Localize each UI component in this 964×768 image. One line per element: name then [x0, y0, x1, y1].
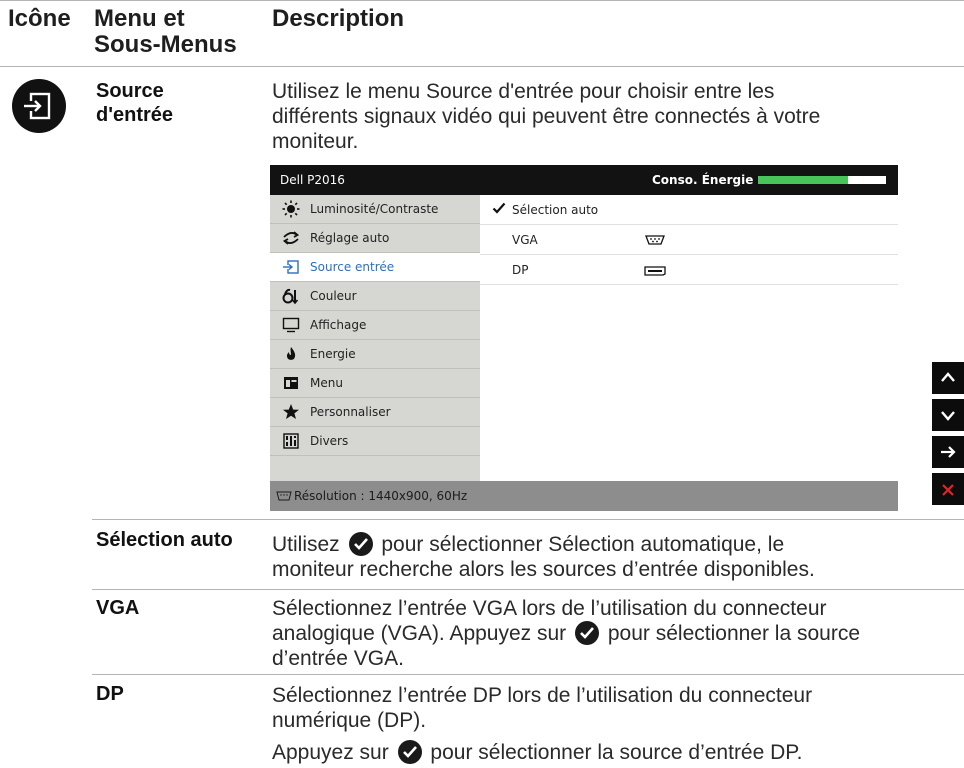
row-name-vga: VGA — [96, 597, 140, 619]
menu-item-label: Luminosité/Contraste — [310, 202, 439, 216]
row-rule — [92, 589, 964, 590]
down-arrow-icon — [940, 407, 956, 428]
source-description-line3: moniteur. — [272, 130, 359, 153]
brightness-icon — [282, 200, 300, 218]
osd-menu-illustration: Dell P2016 Conso. Énergie Luminosité/Con… — [270, 165, 898, 511]
col-header-menu-line2: Sous-Menus — [94, 31, 237, 58]
menu-item-label: Réglage auto — [310, 231, 390, 245]
vga-description-line2: analogique (VGA). Appuyez sur pour sélec… — [272, 621, 860, 646]
desc-text: pour sélectionner Sélection automatique,… — [381, 533, 785, 556]
menu-item-label: Couleur — [310, 289, 357, 303]
auto-select-description-line1: Utilisez pour sélectionner Sélection aut… — [272, 532, 815, 557]
row-name-dp: DP — [96, 683, 124, 705]
star-icon — [282, 403, 300, 421]
submenu-item-vga[interactable]: VGA — [480, 225, 898, 255]
vga-connector-icon — [644, 234, 666, 249]
row-name-source-line2: d'entrée — [96, 104, 174, 126]
display-icon — [282, 316, 300, 334]
auto-select-description-line2: moniteur recherche alors les sources d’e… — [272, 558, 815, 581]
menu-item-brightness[interactable]: Luminosité/Contraste — [270, 195, 480, 223]
check-button-icon — [397, 740, 422, 764]
header-rule — [0, 66, 964, 67]
menu-item-menu[interactable]: Menu — [270, 369, 480, 397]
menu-item-input-source[interactable]: Source entrée — [270, 253, 480, 281]
menu-item-energy[interactable]: Energie — [270, 340, 480, 368]
osd-main-menu: Luminosité/Contraste Réglage auto Source… — [270, 195, 480, 481]
menu-item-label: Menu — [310, 376, 343, 390]
check-button-icon — [575, 621, 600, 645]
auto-adjust-icon — [282, 229, 300, 247]
col-header-menu-line1: Menu et — [94, 5, 185, 32]
vga-description-line1: Sélectionnez l’entrée VGA lors de l’util… — [272, 597, 827, 620]
desc-text: pour sélectionner la source — [607, 622, 861, 645]
nav-exit-button[interactable] — [932, 473, 964, 505]
color-icon — [282, 287, 300, 305]
menu-item-label: Affichage — [310, 318, 367, 332]
desc-text: analogique (VGA). Appuyez sur — [272, 622, 567, 645]
submenu-item-label: VGA — [512, 233, 538, 247]
desc-text: Appuyez sur — [272, 741, 389, 764]
submenu-item-auto-select[interactable]: Sélection auto — [480, 195, 898, 225]
row-name-auto-select: Sélection auto — [96, 529, 233, 551]
osd-power-meter-fill — [758, 176, 848, 184]
check-button-icon — [348, 532, 373, 556]
nav-up-button[interactable] — [932, 362, 964, 394]
dp-description-line2: numérique (DP). — [272, 709, 427, 732]
vga-description-line3: d’entrée VGA. — [272, 647, 404, 670]
menu-item-display[interactable]: Affichage — [270, 311, 480, 339]
others-icon — [282, 432, 300, 450]
vga-description: Sélectionnez l’entrée VGA lors de l’util… — [272, 596, 860, 671]
source-description: Utilisez le menu Source d'entrée pour ch… — [272, 79, 820, 154]
menu-item-auto-adjust[interactable]: Réglage auto — [270, 224, 480, 252]
osd-model-name: Dell P2016 — [280, 173, 345, 187]
menu-item-personalize[interactable]: Personnaliser — [270, 398, 480, 426]
right-arrow-icon — [940, 444, 956, 465]
nav-enter-button[interactable] — [932, 436, 964, 468]
submenu-item-dp[interactable]: DP — [480, 255, 898, 285]
dp-description: Sélectionnez l’entrée DP lors de l’utili… — [272, 683, 812, 765]
source-description-line1: Utilisez le menu Source d'entrée pour ch… — [272, 80, 775, 103]
vga-connector-icon — [276, 490, 292, 504]
up-arrow-icon — [940, 370, 956, 391]
osd-status-bar: Résolution : 1440x900, 60Hz — [270, 481, 898, 511]
col-header-icon: Icône — [8, 5, 71, 32]
energy-icon — [282, 345, 300, 363]
source-description-line2: différents signaux vidéo qui peuvent êtr… — [272, 105, 821, 128]
row-name-source-line1: Source — [96, 80, 164, 102]
menu-item-label: Energie — [310, 347, 356, 361]
menu-divider — [270, 455, 480, 456]
menu-item-label: Source entrée — [310, 260, 395, 274]
col-header-menu: Menu et Sous-Menus — [94, 6, 237, 58]
row-rule — [92, 674, 964, 675]
osd-power-meter — [758, 176, 886, 184]
dp-description-line1: Sélectionnez l’entrée DP lors de l’utili… — [272, 684, 813, 707]
dp-description-line3: Appuyez sur pour sélectionner la source … — [272, 740, 812, 765]
auto-select-description: Utilisez pour sélectionner Sélection aut… — [272, 532, 815, 582]
menu-item-others[interactable]: Divers — [270, 427, 480, 455]
menu-icon — [282, 374, 300, 392]
osd-power-label: Conso. Énergie — [652, 173, 754, 187]
submenu-item-label: DP — [512, 263, 529, 277]
input-source-icon — [12, 79, 66, 133]
submenu-item-label: Sélection auto — [512, 203, 599, 217]
dp-connector-icon — [644, 265, 666, 279]
close-icon — [942, 483, 954, 501]
col-header-description: Description — [272, 5, 405, 32]
osd-submenu: Sélection auto VGA DP — [480, 195, 898, 481]
desc-text: pour sélectionner la source d’entrée DP. — [430, 741, 803, 764]
menu-item-color[interactable]: Couleur — [270, 282, 480, 310]
menu-item-label: Personnaliser — [310, 405, 391, 419]
desc-text: Utilisez — [272, 533, 340, 556]
osd-resolution: Résolution : 1440x900, 60Hz — [294, 489, 468, 503]
table-top-rule — [0, 0, 964, 1]
osd-title-bar: Dell P2016 Conso. Énergie — [270, 165, 898, 195]
menu-item-label: Divers — [310, 434, 349, 448]
nav-down-button[interactable] — [932, 399, 964, 431]
row-name-source: Source d'entrée — [96, 79, 173, 127]
input-source-icon — [282, 258, 300, 276]
row-rule — [92, 519, 964, 520]
checkmark-icon — [492, 201, 506, 218]
